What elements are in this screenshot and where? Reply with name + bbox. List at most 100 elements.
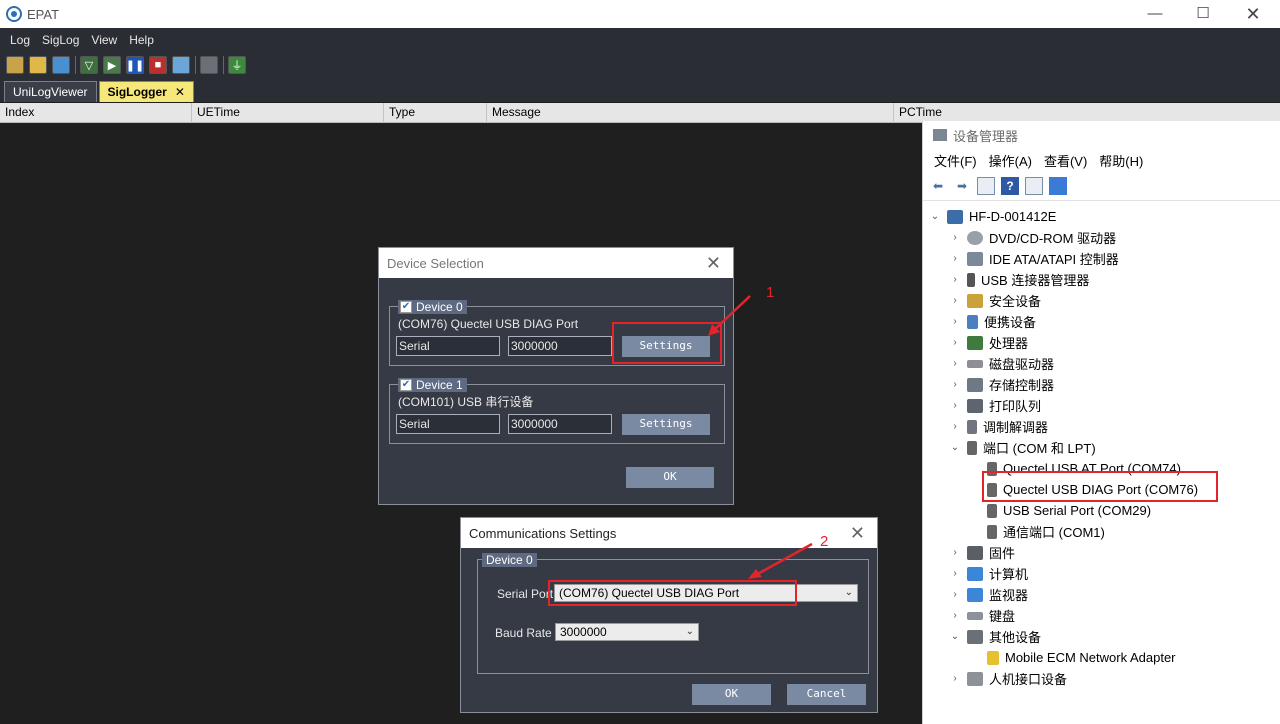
tree-item-dvd[interactable]: › DVD/CD-ROM 驱动器 [949,227,1116,248]
tree-item-security[interactable]: › 安全设备 [949,290,1041,311]
pause-icon[interactable]: ❚❚ [126,56,144,74]
properties-icon[interactable] [977,176,995,195]
filter-icon[interactable]: ▽ [80,56,98,74]
column-uetime[interactable]: UETime [192,103,384,123]
save-icon[interactable] [29,56,47,74]
open-folder-icon[interactable] [6,56,24,74]
expand-icon[interactable]: › [949,295,961,306]
collapse-icon[interactable]: ⌄ [949,631,961,642]
device-1-settings-button[interactable]: Settings [622,414,710,435]
tree-item-serial-port[interactable]: USB Serial Port (COM29) [987,500,1151,521]
expand-icon[interactable]: › [949,547,961,558]
ok-button[interactable]: OK [692,684,771,705]
checkbox-checked-icon[interactable]: ✔ [400,379,412,391]
expand-icon[interactable]: › [949,253,961,264]
tree-item-ecm-adapter[interactable]: Mobile ECM Network Adapter [987,647,1176,668]
annotation-arrow-1 [708,295,751,336]
expand-icon[interactable]: › [949,337,961,348]
baud-rate-value: 3000000 [560,625,607,639]
device-0-type-field[interactable]: Serial [396,336,500,356]
search-icon[interactable] [200,56,218,74]
ok-button[interactable]: OK [626,467,714,488]
clear-icon[interactable] [172,56,190,74]
other-device-icon [967,629,983,644]
expand-icon[interactable]: › [949,568,961,579]
device-1-type-field[interactable]: Serial [396,414,500,434]
device-1-legend[interactable]: ✔ Device 1 [398,378,467,392]
tree-item-ide[interactable]: › IDE ATA/ATAPI 控制器 [949,248,1119,269]
dm-menu-action[interactable]: 操作(A) [984,151,1037,170]
tab-close-icon[interactable]: ✕ [175,85,185,99]
menu-siglog[interactable]: SigLog [36,33,85,47]
column-message[interactable]: Message [487,103,894,123]
menu-help[interactable]: Help [123,33,160,47]
tree-item-print-queue[interactable]: › 打印队列 [949,395,1041,416]
tree-item-computer[interactable]: › 计算机 [949,563,1028,584]
tree-root[interactable]: ⌄ HF-D-001412E [929,206,1057,227]
expand-icon[interactable]: › [949,232,961,243]
menu-log[interactable]: Log [4,33,36,47]
expand-icon[interactable]: › [949,589,961,600]
device-1-baud-field[interactable]: 3000000 [508,414,612,434]
expand-icon[interactable]: › [949,316,961,327]
cancel-button[interactable]: Cancel [787,684,866,705]
expand-icon[interactable]: › [949,610,961,621]
collapse-icon[interactable]: ⌄ [949,442,961,453]
tree-label: 磁盘驱动器 [989,357,1055,372]
update-driver-icon[interactable] [1025,176,1043,195]
expand-icon[interactable]: › [949,673,961,684]
close-button[interactable]: ✕ [1230,0,1276,28]
help-icon[interactable]: ? [1001,176,1019,195]
tree-item-other-devices[interactable]: ⌄ 其他设备 [949,626,1041,647]
device-0-baud-field[interactable]: 3000000 [508,336,612,356]
refresh-icon[interactable] [52,56,70,74]
tree-item-portable[interactable]: › 便携设备 [949,311,1036,332]
chevron-down-icon[interactable]: ⌄ [845,585,853,601]
column-index[interactable]: Index [0,103,192,123]
expand-icon[interactable]: › [949,358,961,369]
column-pctime[interactable]: PCTime [894,103,1280,123]
expand-icon[interactable]: › [949,274,961,285]
tree-item-keyboard[interactable]: › 键盘 [949,605,1015,626]
checkbox-checked-icon[interactable]: ✔ [400,301,412,313]
tab-siglogger[interactable]: SigLogger ✕ [98,81,194,102]
tree-item-monitor[interactable]: › 监视器 [949,584,1028,605]
baud-rate-select[interactable]: 3000000 ⌄ [555,623,699,641]
tree-item-usb-connector[interactable]: › USB 连接器管理器 [949,269,1089,290]
chevron-down-icon[interactable]: ⌄ [686,624,694,640]
tab-strip: UniLogViewer SigLogger ✕ [0,78,1280,102]
expand-icon[interactable]: › [949,379,961,390]
back-arrow-icon[interactable]: ⬅ [929,177,947,195]
tree-label: USB Serial Port (COM29) [1003,503,1152,518]
close-icon[interactable]: ✕ [706,253,721,274]
close-icon[interactable]: ✕ [850,523,865,544]
collapse-icon[interactable]: ⌄ [929,211,941,222]
dm-menu-view[interactable]: 查看(V) [1039,151,1092,170]
tree-item-com1[interactable]: 通信端口 (COM1) [987,521,1105,542]
dm-menu-file[interactable]: 文件(F) [929,151,982,170]
stop-icon[interactable]: ■ [149,56,167,74]
dm-menu-help[interactable]: 帮助(H) [1094,151,1148,170]
menu-view[interactable]: View [85,33,123,47]
column-type[interactable]: Type [384,103,487,123]
forward-arrow-icon[interactable]: ➡ [953,177,971,195]
play-icon[interactable]: ▶ [103,56,121,74]
tree-item-processor[interactable]: › 处理器 [949,332,1028,353]
device-0-legend[interactable]: ✔ Device 0 [398,300,467,314]
connect-plug-icon[interactable]: ⏚ [228,56,246,74]
tab-unilogviewer[interactable]: UniLogViewer [4,81,97,102]
tree-item-ports[interactable]: ⌄ 端口 (COM 和 LPT) [949,437,1096,458]
tree-item-disk[interactable]: › 磁盘驱动器 [949,353,1054,374]
expand-icon[interactable]: › [949,400,961,411]
minimize-button[interactable]: — [1132,0,1178,28]
maximize-button[interactable]: ☐ [1180,0,1226,28]
tree-label: Mobile ECM Network Adapter [1005,650,1176,665]
expand-icon[interactable]: › [949,421,961,432]
tree-item-modem[interactable]: › 调制解调器 [949,416,1048,437]
processor-icon [967,335,983,350]
tree-item-hid[interactable]: › 人机接口设备 [949,668,1067,689]
scan-hardware-icon[interactable] [1049,176,1067,195]
tree-item-storage[interactable]: › 存储控制器 [949,374,1054,395]
baud-rate-label: Baud Rate [495,626,552,640]
tree-item-firmware[interactable]: › 固件 [949,542,1015,563]
